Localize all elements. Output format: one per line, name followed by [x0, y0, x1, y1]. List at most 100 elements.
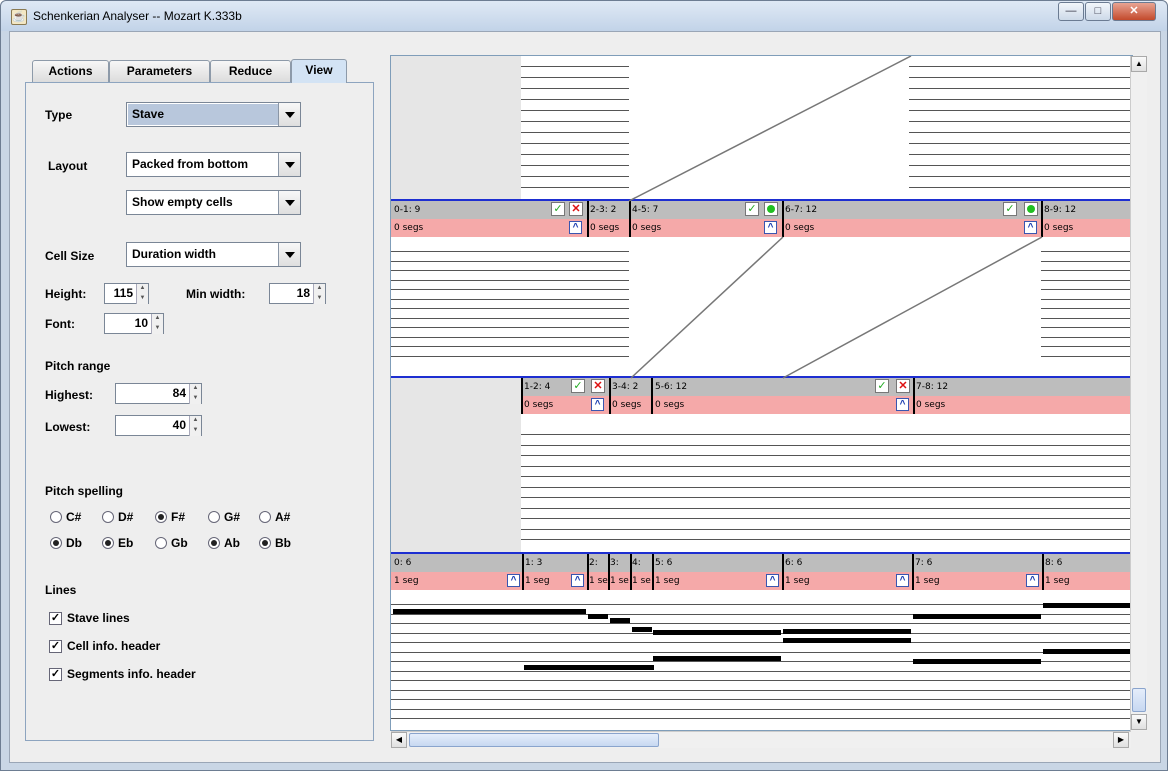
spin-up-icon[interactable]: ▲	[313, 284, 325, 294]
chevron-down-icon[interactable]	[278, 191, 300, 214]
note-bar	[1043, 649, 1132, 654]
radio-g-flat[interactable]: Gb	[155, 536, 188, 550]
vertical-scrollbar[interactable]: ▲ ▼	[1130, 56, 1147, 731]
close-button[interactable]: ✕	[1112, 2, 1156, 21]
highest-spinner[interactable]: 84 ▲ ▼	[115, 383, 202, 404]
stave-line	[391, 670, 1132, 672]
radio-indicator[interactable]	[155, 511, 167, 523]
font-value[interactable]: 10	[105, 314, 151, 333]
scroll-down-icon[interactable]: ▼	[1131, 714, 1147, 730]
spin-down-icon[interactable]: ▼	[313, 294, 325, 304]
radio-b-flat[interactable]: Bb	[259, 536, 291, 550]
highest-value[interactable]: 84	[116, 384, 189, 403]
tab-reduce[interactable]: Reduce	[210, 60, 291, 82]
note-bar	[783, 629, 911, 634]
stave-line	[521, 143, 629, 144]
maximize-button[interactable]: □	[1085, 2, 1111, 21]
radio-f-sharp[interactable]: F#	[155, 510, 185, 524]
radio-a-sharp[interactable]: A#	[259, 510, 290, 524]
stave-line	[1041, 279, 1132, 281]
note-bar	[783, 638, 911, 643]
chevron-down-icon[interactable]	[278, 103, 300, 126]
stave-line	[1041, 298, 1132, 300]
stave-line	[521, 539, 1132, 540]
stave-line	[521, 455, 1132, 456]
segments-info-header-checkbox[interactable]: ✓ Segments info. header	[49, 667, 196, 681]
stave-lines-checkbox[interactable]: ✓ Stave lines	[49, 611, 130, 625]
cell-size-dropdown[interactable]: Duration width	[126, 242, 301, 267]
radio-d-sharp[interactable]: D#	[102, 510, 133, 524]
scroll-up-icon[interactable]: ▲	[1131, 56, 1147, 72]
horizontal-scroll-thumb[interactable]	[409, 733, 659, 747]
tab-parameters[interactable]: Parameters	[109, 60, 210, 82]
checkbox-check-icon[interactable]: ✓	[49, 639, 62, 653]
radio-a-flat[interactable]: Ab	[208, 536, 240, 550]
spin-down-icon[interactable]: ▼	[189, 394, 201, 404]
radio-indicator[interactable]	[50, 537, 62, 549]
note-bar	[524, 665, 654, 670]
empty-cells-dropdown[interactable]: Show empty cells	[126, 190, 301, 215]
stave-view-canvas[interactable]: 0-1: 9 0 segs ✓ ✕ ^ 2-3: 2 0 segs 4-5: 7…	[390, 55, 1133, 731]
chevron-down-icon[interactable]	[278, 243, 300, 266]
horizontal-scrollbar[interactable]: ◀ ▶	[391, 731, 1131, 748]
cell-info-header-checkbox[interactable]: ✓ Cell info. header	[49, 639, 160, 653]
spin-up-icon[interactable]: ▲	[136, 284, 148, 294]
radio-d-flat[interactable]: Db	[50, 536, 82, 550]
spin-down-icon[interactable]: ▼	[136, 294, 148, 304]
stave-line	[521, 132, 629, 133]
type-dropdown[interactable]: Stave	[126, 102, 301, 127]
stave-line	[521, 66, 629, 67]
min-width-label: Min width:	[186, 287, 246, 301]
height-label: Height:	[45, 287, 87, 301]
stave-line	[521, 121, 629, 122]
lowest-spinner[interactable]: 40 ▲ ▼	[115, 415, 202, 436]
radio-indicator[interactable]	[259, 537, 271, 549]
radio-indicator[interactable]	[155, 537, 167, 549]
radio-e-flat[interactable]: Eb	[102, 536, 133, 550]
checkbox-check-icon[interactable]: ✓	[49, 611, 62, 625]
spin-up-icon[interactable]: ▲	[189, 416, 201, 426]
radio-indicator[interactable]	[102, 537, 114, 549]
font-spinner[interactable]: 10 ▲ ▼	[104, 313, 164, 334]
scroll-right-icon[interactable]: ▶	[1113, 732, 1129, 748]
spin-up-icon[interactable]: ▲	[189, 384, 201, 394]
stave-line	[391, 346, 629, 347]
chevron-down-icon[interactable]	[278, 153, 300, 176]
empty-cells-dropdown-value: Show empty cells	[128, 192, 278, 213]
stave-line	[521, 187, 629, 188]
stave-line	[521, 497, 1132, 498]
stave-line	[521, 176, 629, 177]
radio-c-sharp[interactable]: C#	[50, 510, 81, 524]
stave-line	[909, 99, 1130, 100]
pitch-range-label: Pitch range	[45, 359, 111, 373]
layout-label: Layout	[48, 159, 88, 173]
radio-label: Ab	[224, 536, 240, 550]
spin-down-icon[interactable]: ▼	[151, 324, 163, 334]
radio-indicator[interactable]	[208, 537, 220, 549]
layout-dropdown[interactable]: Packed from bottom	[126, 152, 301, 177]
checkbox-check-icon[interactable]: ✓	[49, 667, 62, 681]
scroll-left-icon[interactable]: ◀	[391, 732, 407, 748]
tab-view[interactable]: View	[291, 59, 347, 83]
tab-actions[interactable]: Actions	[32, 60, 109, 82]
radio-indicator[interactable]	[208, 511, 220, 523]
stave-line	[1041, 346, 1132, 347]
title-bar[interactable]: ☕ Schenkerian Analyser -- Mozart K.333b …	[1, 1, 1167, 31]
reduction-link	[630, 236, 784, 379]
radio-indicator[interactable]	[50, 511, 62, 523]
min-width-value[interactable]: 18	[270, 284, 313, 303]
spin-up-icon[interactable]: ▲	[151, 314, 163, 324]
vertical-scroll-thumb[interactable]	[1132, 688, 1146, 712]
radio-indicator[interactable]	[102, 511, 114, 523]
radio-indicator[interactable]	[259, 511, 271, 523]
type-dropdown-value: Stave	[128, 104, 278, 125]
height-spinner[interactable]: 115 ▲ ▼	[104, 283, 149, 304]
type-label: Type	[45, 108, 73, 122]
lowest-value[interactable]: 40	[116, 416, 189, 435]
minimize-button[interactable]: —	[1058, 2, 1084, 21]
spin-down-icon[interactable]: ▼	[189, 426, 201, 436]
height-value[interactable]: 115	[105, 284, 136, 303]
radio-g-sharp[interactable]: G#	[208, 510, 240, 524]
checkbox-label: Stave lines	[67, 611, 130, 625]
min-width-spinner[interactable]: 18 ▲ ▼	[269, 283, 326, 304]
